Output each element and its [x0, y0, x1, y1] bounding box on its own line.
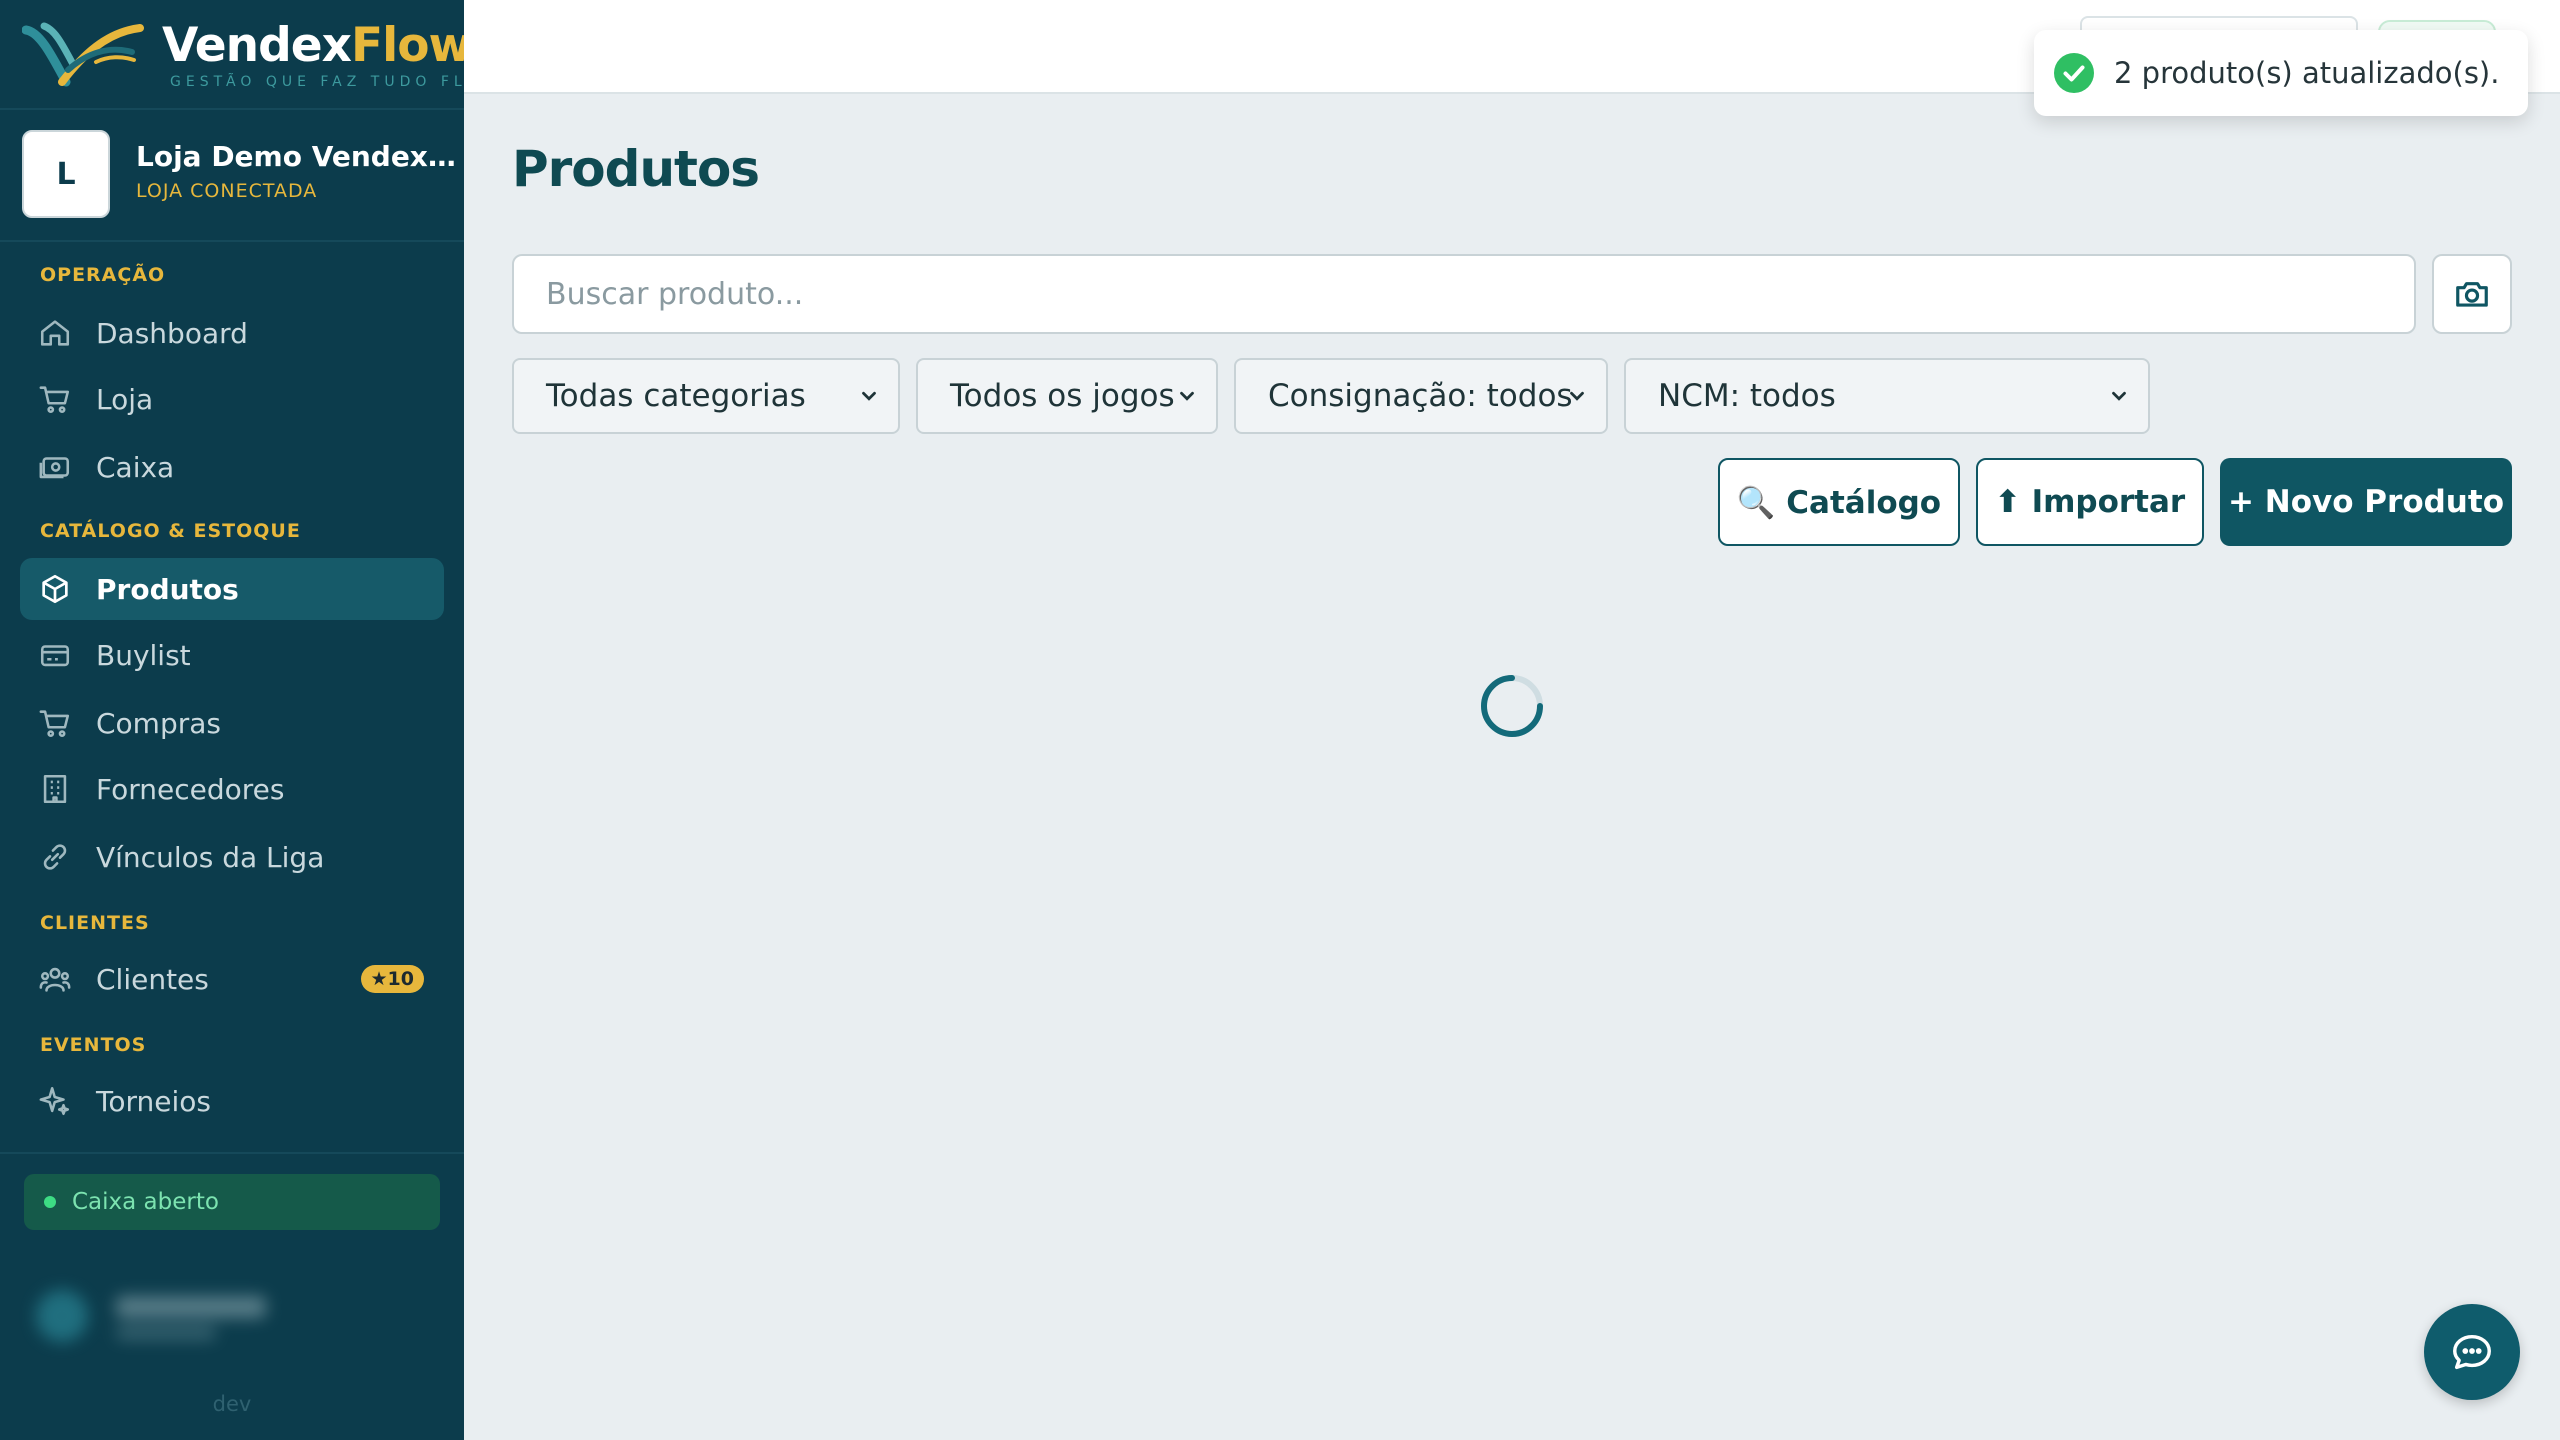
sidebar-item-caixa[interactable]: Caixa [20, 436, 444, 498]
sidebar-item-loja[interactable]: Loja [20, 368, 444, 430]
brand-name: VendexFlow [162, 18, 472, 74]
store-avatar: L [22, 130, 110, 218]
sidebar-item-torneios[interactable]: Torneios [20, 1070, 444, 1132]
sidebar: VendexFlow GESTÃO QUE FAZ TUDO FLUIR L L… [0, 0, 500, 1440]
user-profile-blurred[interactable] [30, 1280, 420, 1350]
caixa-status-label: Caixa aberto [72, 1189, 219, 1215]
catalog-button[interactable]: 🔍 Catálogo [1718, 458, 1960, 546]
scan-camera-button[interactable] [2432, 254, 2512, 334]
sidebar-item-label: Torneios [96, 1084, 211, 1118]
store-name: Loja Demo VendexFlow [136, 140, 456, 173]
users-icon [38, 962, 72, 996]
sidebar-item-label: Produtos [96, 572, 239, 606]
sidebar-item-label: Vínculos da Liga [96, 840, 325, 874]
toast-message: 2 produto(s) atualizado(s). [2114, 56, 2500, 90]
loading-spinner-icon [1481, 675, 1543, 737]
sidebar-item-vinculos[interactable]: Vínculos da Liga [20, 826, 444, 888]
brand-name-part2: Flow [350, 18, 472, 73]
ncm-select-value: NCM: todos [1658, 378, 1836, 414]
category-select-value: Todas categorias [546, 378, 806, 414]
caixa-status-indicator[interactable]: Caixa aberto [24, 1174, 440, 1230]
store-status: LOJA CONECTADA [136, 180, 318, 202]
cart-icon [38, 382, 72, 416]
chevron-down-icon [1180, 391, 1194, 401]
status-dot [44, 1196, 56, 1208]
page-title: Produtos [512, 140, 760, 198]
sidebar-item-label: Buylist [96, 638, 191, 672]
home-icon [38, 316, 72, 350]
sidebar-item-clientes[interactable]: Clientes ★10 [20, 948, 444, 1010]
sidebar-divider [0, 1152, 464, 1154]
box-icon [38, 572, 72, 606]
environment-label: dev [212, 1392, 252, 1416]
category-select[interactable]: Todas categorias [512, 358, 900, 434]
link-icon [38, 840, 72, 874]
chevron-down-icon [1570, 391, 1584, 401]
camera-icon [2456, 282, 2488, 307]
sidebar-item-produtos[interactable]: Produtos [20, 558, 444, 620]
sidebar-item-label: Loja [96, 382, 154, 416]
user-role-placeholder [116, 1326, 216, 1340]
sidebar-divider [0, 240, 464, 242]
sidebar-divider [0, 108, 464, 110]
user-name-placeholder [116, 1296, 266, 1318]
ncm-select[interactable]: NCM: todos [1624, 358, 2150, 434]
sidebar-item-fornecedores[interactable]: Fornecedores [20, 758, 444, 820]
clientes-count-badge: ★10 [360, 965, 424, 993]
building-icon [38, 772, 72, 806]
section-label-clientes: CLIENTES [40, 912, 150, 934]
avatar [36, 1290, 88, 1342]
consignment-select[interactable]: Consignação: todos [1234, 358, 1608, 434]
cart-icon [38, 706, 72, 740]
chevron-down-icon [862, 391, 876, 401]
vendexflow-logo-icon [22, 22, 144, 87]
store-selector[interactable]: L Loja Demo VendexFlow LOJA CONECTADA [22, 130, 456, 222]
sidebar-item-buylist[interactable]: Buylist [20, 624, 444, 686]
game-select[interactable]: Todos os jogos [916, 358, 1218, 434]
brand-tagline: GESTÃO QUE FAZ TUDO FLUIR [170, 74, 506, 90]
new-product-button[interactable]: + Novo Produto [2220, 458, 2512, 546]
sidebar-item-compras[interactable]: Compras [20, 692, 444, 754]
chevron-down-icon [2112, 391, 2126, 401]
card-icon [38, 638, 72, 672]
sparkle-icon [38, 1084, 72, 1118]
section-label-catalogo: CATÁLOGO & ESTOQUE [40, 520, 301, 542]
register-icon [38, 450, 72, 484]
sidebar-item-label: Compras [96, 706, 221, 740]
section-label-eventos: EVENTOS [40, 1034, 147, 1056]
success-toast[interactable]: 2 produto(s) atualizado(s). [2034, 30, 2528, 116]
chat-icon [2453, 1334, 2491, 1370]
sidebar-item-label: Dashboard [96, 316, 248, 350]
brand-name-part1: Vendex [162, 18, 352, 73]
search-input[interactable] [512, 254, 2416, 334]
sidebar-item-dashboard[interactable]: Dashboard [20, 302, 444, 364]
sidebar-item-label: Caixa [96, 450, 175, 484]
section-label-operacao: OPERAÇÃO [40, 264, 166, 286]
sidebar-item-label: Clientes [96, 962, 209, 996]
check-circle-icon [2054, 53, 2094, 93]
game-select-value: Todos os jogos [950, 378, 1175, 414]
sidebar-item-label: Fornecedores [96, 772, 285, 806]
chat-support-button[interactable] [2424, 1304, 2520, 1400]
consignment-select-value: Consignação: todos [1268, 378, 1573, 414]
brand-logo-block[interactable]: VendexFlow GESTÃO QUE FAZ TUDO FLUIR [22, 12, 500, 100]
import-button[interactable]: ⬆ Importar [1976, 458, 2204, 546]
